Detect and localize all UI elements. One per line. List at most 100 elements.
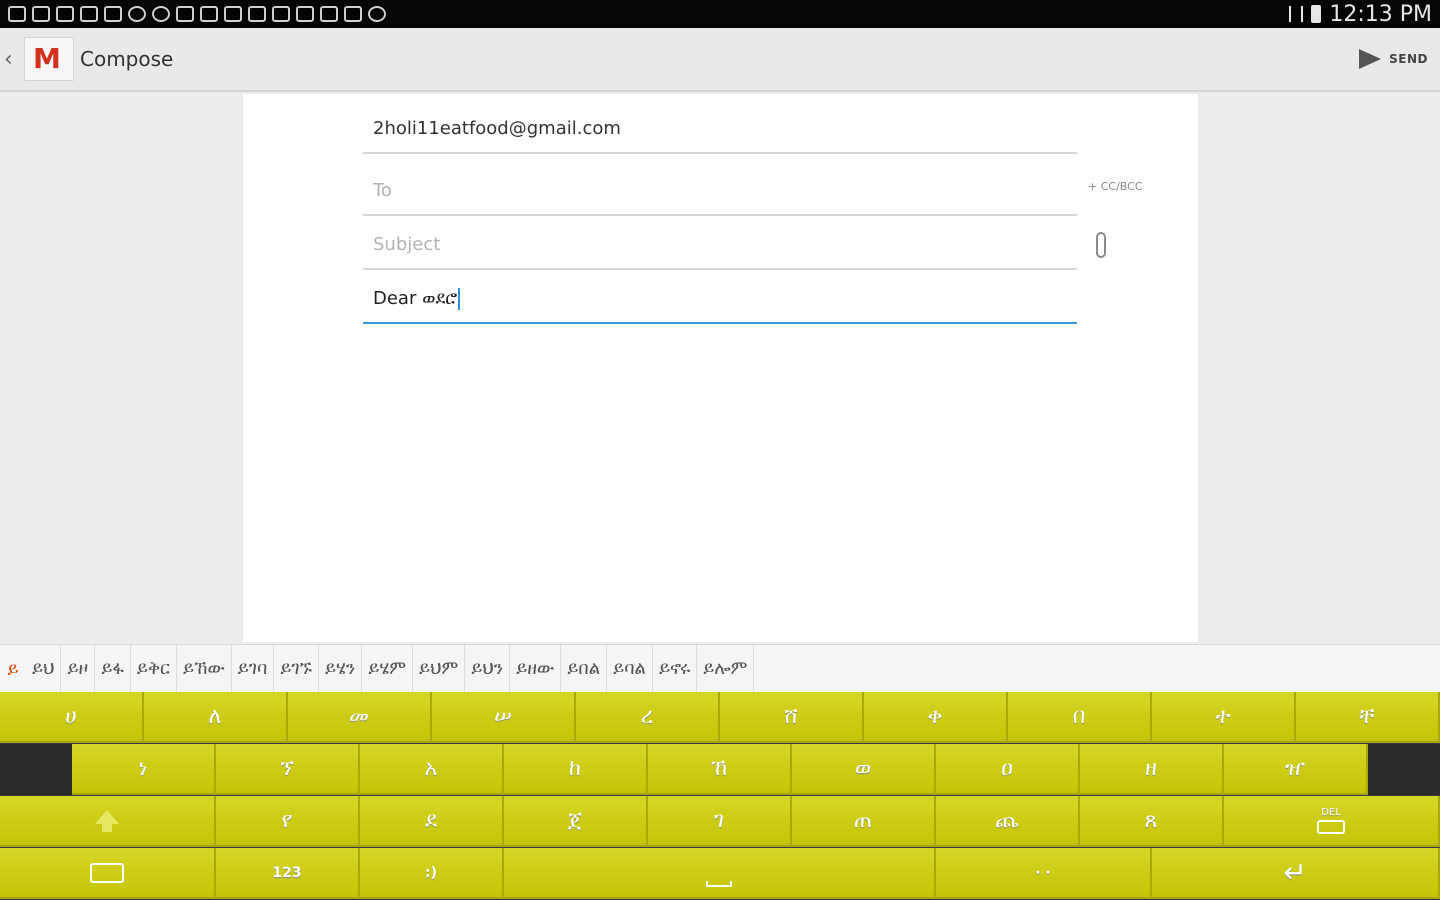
clock: 12:13 PM [1329, 1, 1432, 27]
gmail-logo-letter: M [33, 42, 61, 75]
page-title: Compose [80, 47, 174, 71]
suggestion-item[interactable]: ይህም [413, 645, 466, 693]
action-bar: ‹ M Compose SEND [0, 28, 1440, 92]
key-char[interactable]: ቸ [1296, 692, 1440, 743]
key-char[interactable]: ጀ [504, 796, 648, 847]
keyboard-row-4: 123 :) · · ↵ [0, 848, 1440, 900]
shift-arrow-icon [95, 809, 119, 832]
space-key[interactable] [504, 848, 936, 899]
keyboard-row-3: የ ደ ጀ ገ ጠ ጨ ጸ DEL [0, 796, 1440, 848]
signal-icon [1289, 6, 1304, 22]
enter-icon: ↵ [1283, 856, 1307, 889]
space-icon [706, 880, 732, 887]
suggestion-item[interactable]: ይህን [465, 645, 511, 693]
back-chevron-icon[interactable]: ‹ [0, 47, 24, 72]
key-char[interactable]: የ [216, 796, 360, 847]
key-char[interactable]: ጨ [936, 796, 1080, 847]
wifi-icon [248, 6, 266, 22]
body-field[interactable]: Dear ወደሮ [363, 278, 1077, 324]
keyboard-row-2: ነ ኘ አ ከ ኸ ወ ዐ ዘ ዠ [0, 744, 1440, 796]
delete-label: DEL [1321, 807, 1341, 818]
key-char[interactable]: ኘ [216, 744, 360, 795]
key-char[interactable]: አ [360, 744, 504, 795]
suggestion-strip: ይ ይህ ይዞ ይፋ ይቅር ይኸው ይገባ ይገኙ ይሄን ይሄም ይህም ይ… [0, 644, 1440, 693]
attach-paperclip-icon[interactable] [1096, 232, 1106, 258]
amharic-keyboard: ሀ ለ መ ሠ ረ ሸ ቀ በ ተ ቸ ነ ኘ አ ከ ኸ ወ ዐ ዘ ዠ የ … [0, 692, 1440, 900]
suggestion-item[interactable]: ይህ [26, 645, 62, 693]
key-char[interactable]: ቀ [864, 692, 1008, 743]
key-char[interactable]: ሀ [0, 692, 144, 743]
subject-field[interactable]: Subject [363, 224, 1077, 270]
send-button[interactable]: SEND [1359, 49, 1428, 69]
key-char[interactable]: ጸ [1080, 796, 1224, 847]
keyboard-switch-key[interactable] [0, 848, 216, 899]
key-char[interactable]: ከ [504, 744, 648, 795]
mail-icon [8, 6, 26, 22]
suggestion-item[interactable]: ይኖሩ [653, 645, 698, 693]
suggestion-item[interactable]: ይፋ [95, 645, 131, 693]
from-address: 2holi11eatfood@gmail.com [373, 118, 621, 139]
from-field[interactable]: 2holi11eatfood@gmail.com [363, 106, 1077, 154]
key-char[interactable]: ሸ [720, 692, 864, 743]
key-char[interactable]: ተ [1152, 692, 1296, 743]
keyboard-icon [90, 862, 124, 883]
enter-key[interactable]: ↵ [1152, 848, 1440, 899]
key-char[interactable]: ደ [360, 796, 504, 847]
cloud-icon [176, 6, 194, 22]
suggestion-item[interactable]: ይገኙ [274, 645, 319, 693]
mail-icon [80, 6, 98, 22]
key-char[interactable]: ዠ [1224, 744, 1368, 795]
suggestion-item[interactable]: ይገባ [232, 645, 275, 693]
key-char[interactable]: መ [288, 692, 432, 743]
suggestion-item[interactable]: ይሎም [697, 645, 755, 693]
key-char[interactable]: ረ [576, 692, 720, 743]
status-right: 12:13 PM [1289, 2, 1432, 27]
send-label: SEND [1389, 52, 1428, 66]
key-spacer [0, 744, 72, 795]
subject-placeholder: Subject [373, 234, 441, 255]
key-char[interactable]: ዐ [936, 744, 1080, 795]
status-bar: 12:13 PM [0, 0, 1440, 28]
key-char[interactable]: ነ [72, 744, 216, 795]
body-text-wrap: Dear ወደሮ [373, 288, 461, 310]
emoji-key[interactable]: :) [360, 848, 504, 899]
key-char[interactable]: ጠ [792, 796, 936, 847]
to-field[interactable]: To [363, 166, 1077, 216]
suggestion-item[interactable]: ይባል [607, 645, 653, 693]
send-icon [1359, 49, 1382, 69]
key-char[interactable]: ገ [648, 796, 792, 847]
suggestion-current[interactable]: ይ [0, 659, 26, 680]
key-char[interactable]: ዘ [1080, 744, 1224, 795]
suggestion-item[interactable]: ይኸው [177, 645, 232, 693]
mail-icon [56, 6, 74, 22]
compass-icon [368, 6, 386, 22]
battery-icon [272, 6, 290, 22]
numbers-key[interactable]: 123 [216, 848, 360, 899]
key-char[interactable]: በ [1008, 692, 1152, 743]
key-char[interactable]: ኸ [648, 744, 792, 795]
suggestion-item[interactable]: ይቅር [131, 645, 177, 693]
compose-card: 2holi11eatfood@gmail.com To + CC/BCC Sub… [243, 94, 1198, 642]
body-text: Dear ወደሮ [373, 288, 458, 309]
period-key[interactable]: · · [936, 848, 1152, 899]
suggestion-item[interactable]: ይሄን [319, 645, 363, 693]
key-char[interactable]: ለ [144, 692, 288, 743]
suggestion-item[interactable]: ይበል [561, 645, 608, 693]
to-placeholder: To [373, 180, 392, 201]
key-spacer [1368, 744, 1440, 795]
chat-icon [296, 6, 314, 22]
notification-icons [8, 6, 386, 22]
cc-bcc-button[interactable]: + CC/BCC [1088, 180, 1143, 193]
suggestion-item[interactable]: ይሄም [362, 645, 414, 693]
key-char[interactable]: ሠ [432, 692, 576, 743]
keyboard-row-1: ሀ ለ መ ሠ ረ ሸ ቀ በ ተ ቸ [0, 692, 1440, 744]
gmail-logo[interactable]: M [24, 37, 74, 81]
delete-key[interactable]: DEL [1224, 796, 1440, 847]
suggestion-item[interactable]: ይዘው [510, 645, 562, 693]
suggestion-item[interactable]: ይዞ [61, 645, 96, 693]
battery-level-icon [1311, 5, 1322, 23]
mail-icon [32, 6, 50, 22]
shop-icon [344, 6, 362, 22]
key-char[interactable]: ወ [792, 744, 936, 795]
shift-key[interactable] [0, 796, 216, 847]
